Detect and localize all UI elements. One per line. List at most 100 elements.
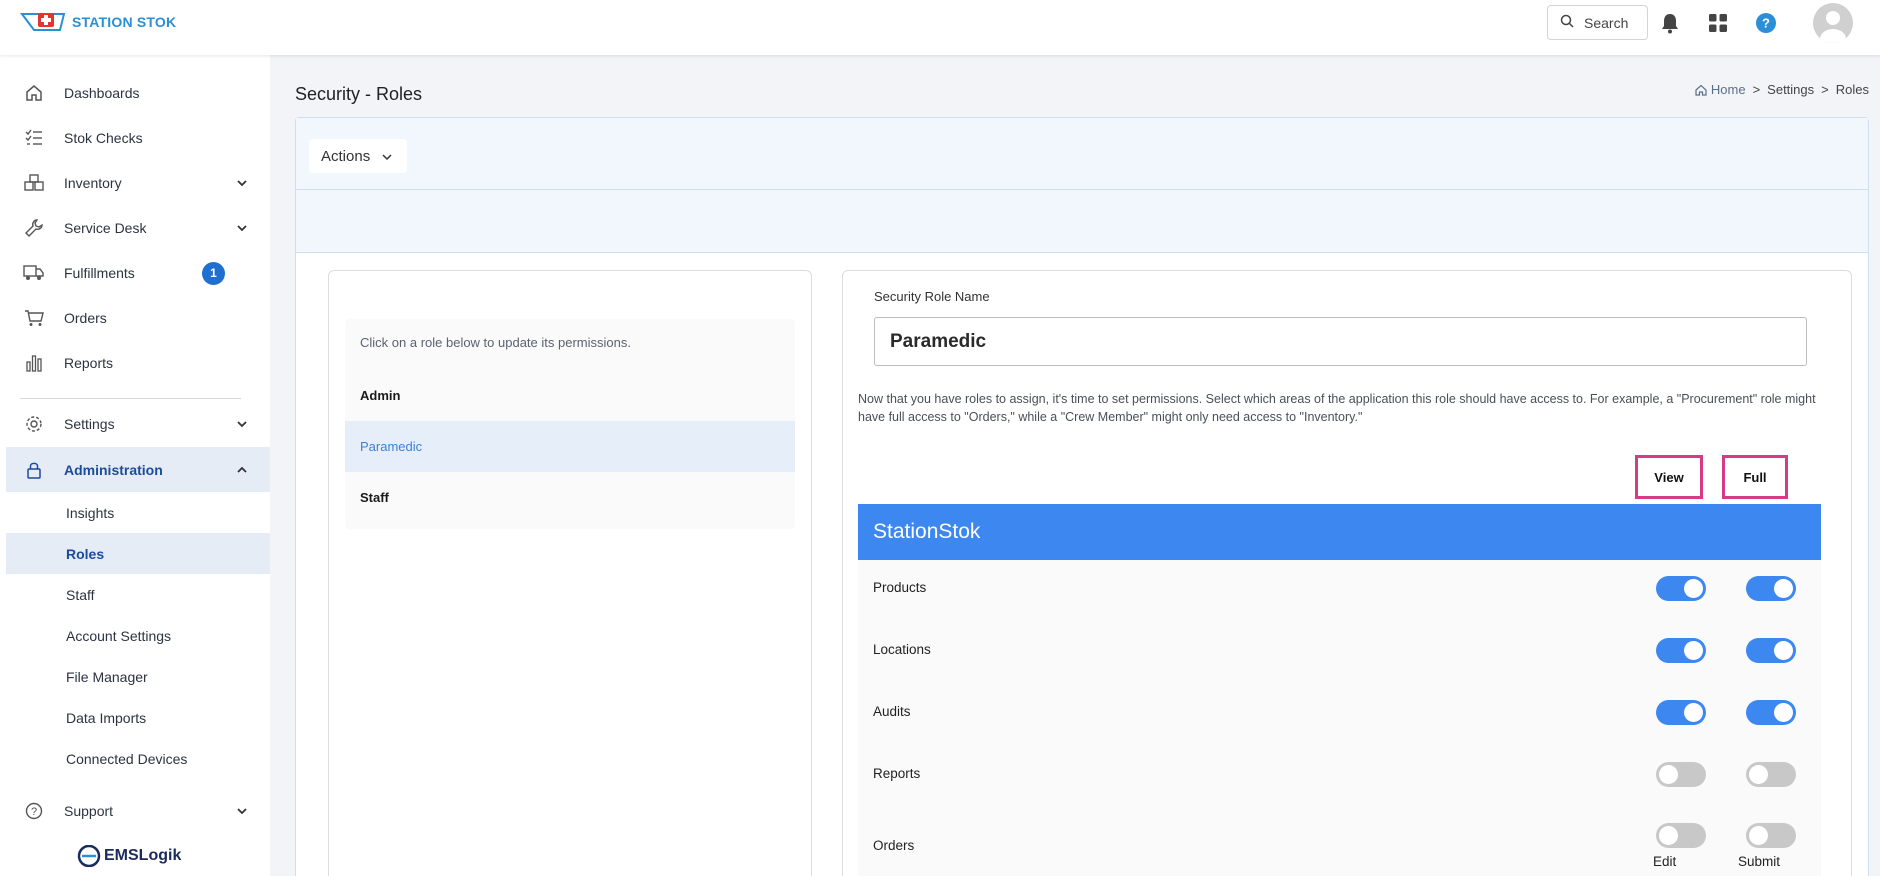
cart-icon — [23, 307, 45, 329]
user-avatar[interactable] — [1813, 3, 1853, 43]
permission-name: Products — [873, 580, 927, 595]
home-icon — [23, 82, 45, 104]
sidebar-item-stok-checks[interactable]: Stok Checks — [0, 118, 270, 158]
sidebar-subitem-data-imports[interactable]: Data Imports — [6, 697, 270, 738]
station-stok-logo[interactable]: STATION STOK — [20, 10, 176, 34]
toggle-view-locations[interactable] — [1656, 638, 1706, 663]
actions-label: Actions — [321, 147, 371, 165]
role-item-staff[interactable]: Staff — [345, 472, 795, 523]
permission-name: Orders — [873, 838, 915, 853]
svg-text:?: ? — [31, 806, 37, 818]
search-label: Search — [1584, 14, 1629, 31]
sidebar-item-service-desk[interactable]: Service Desk — [0, 208, 270, 248]
sidebar-item-dashboards[interactable]: Dashboards — [0, 73, 270, 113]
roles-hint: Click on a role below to update its perm… — [360, 335, 631, 350]
sidebar-item-label: Service Desk — [64, 220, 147, 236]
chevron-up-icon — [236, 464, 248, 476]
sidebar-item-reports[interactable]: Reports — [0, 343, 270, 383]
bar-chart-icon — [23, 352, 45, 374]
toggle-view-products[interactable] — [1656, 576, 1706, 601]
role-item-admin[interactable]: Admin — [345, 370, 795, 421]
emslogik-logo-text: EMSLogik — [104, 847, 182, 864]
roles-list-card: Click on a role below to update its perm… — [328, 270, 812, 876]
page-title: Security - Roles — [295, 84, 423, 104]
sidebar-subitem-label: Roles — [66, 545, 105, 562]
toggle-full-audits[interactable] — [1746, 700, 1796, 725]
sidebar-subitem-label: Data Imports — [66, 709, 147, 726]
nav-divider — [20, 398, 241, 399]
sidebar-item-orders[interactable]: Orders — [0, 298, 270, 338]
permission-row-locations: Locations — [858, 622, 1821, 684]
checklist-icon — [23, 127, 45, 149]
sidebar-item-support[interactable]: ? Support — [0, 791, 270, 831]
sidebar-subitem-label: Staff — [66, 586, 95, 603]
actions-dropdown-button[interactable]: Actions — [309, 139, 407, 173]
bell-icon[interactable] — [1657, 10, 1683, 36]
sidebar-item-label: Orders — [64, 310, 107, 326]
permission-row-products: Products — [858, 560, 1821, 622]
sidebar-item-label: Fulfillments — [64, 265, 135, 281]
breadcrumb-separator: > — [1821, 82, 1829, 97]
chevron-down-icon — [236, 177, 248, 189]
toggle-full-locations[interactable] — [1746, 638, 1796, 663]
help-icon[interactable]: ? — [1753, 10, 1779, 36]
truck-icon — [23, 262, 45, 284]
chevron-down-icon — [236, 418, 248, 430]
sidebar-subitem-roles[interactable]: Roles — [6, 533, 270, 574]
sidebar-item-fulfillments[interactable]: Fulfillments 1 — [0, 253, 270, 293]
breadcrumb: Home > Settings > Roles — [1695, 82, 1869, 97]
sidebar-item-label: Administration — [64, 461, 163, 478]
orders-edit-label: Edit — [1653, 854, 1677, 869]
toggle-edit-orders[interactable] — [1656, 823, 1706, 848]
sidebar-item-inventory[interactable]: Inventory — [0, 163, 270, 203]
sidebar-item-administration[interactable]: Administration — [6, 447, 270, 492]
svg-text:?: ? — [1762, 16, 1770, 31]
home-icon — [1695, 84, 1707, 96]
sidebar-subitem-label: Connected Devices — [66, 750, 188, 767]
toggle-view-reports[interactable] — [1656, 762, 1706, 787]
sidebar-item-label: Support — [64, 803, 114, 819]
column-header-full: Full — [1722, 455, 1788, 499]
sidebar-item-label: Dashboards — [64, 85, 140, 101]
sidebar-item-settings[interactable]: Settings — [0, 404, 270, 444]
apps-grid-icon[interactable] — [1705, 10, 1731, 36]
sidebar-subitem-staff[interactable]: Staff — [6, 574, 270, 615]
gear-icon — [23, 413, 45, 435]
chevron-down-icon — [382, 148, 392, 165]
sidebar-subitem-connected-devices[interactable]: Connected Devices — [6, 738, 270, 779]
role-name-input[interactable] — [874, 317, 1807, 366]
wrench-icon — [23, 217, 45, 239]
toolbar-divider — [296, 189, 1868, 190]
search-button[interactable]: Search — [1547, 5, 1648, 40]
search-icon — [1560, 14, 1574, 31]
breadcrumb-roles: Roles — [1835, 82, 1869, 97]
permission-row-reports: Reports — [858, 746, 1821, 808]
sidebar-subitem-account-settings[interactable]: Account Settings — [6, 615, 270, 656]
permission-row-audits: Audits — [858, 684, 1821, 746]
sidebar-subitem-insights[interactable]: Insights — [6, 492, 270, 533]
breadcrumb-home[interactable]: Home — [1695, 82, 1746, 97]
chevron-down-icon — [236, 805, 248, 817]
toggle-full-products[interactable] — [1746, 576, 1796, 601]
role-name-label: Security Role Name — [874, 289, 990, 304]
roles-list: Click on a role below to update its perm… — [345, 319, 795, 529]
breadcrumb-home-label: Home — [1710, 82, 1746, 97]
panel-toolbar: Actions — [296, 118, 1868, 253]
sidebar: Dashboards Stok Checks Inventory Service… — [0, 55, 270, 876]
sidebar-subitem-label: Account Settings — [66, 627, 172, 644]
help-circle-icon: ? — [23, 800, 45, 822]
toggle-view-audits[interactable] — [1656, 700, 1706, 725]
role-item-paramedic[interactable]: Paramedic — [345, 421, 795, 472]
sidebar-item-label: Reports — [64, 355, 114, 371]
sidebar-item-label: Inventory — [64, 175, 122, 191]
sidebar-subitem-label: File Manager — [66, 668, 148, 685]
sidebar-subitem-file-manager[interactable]: File Manager — [6, 656, 270, 697]
top-bar: STATION STOK Search ? — [0, 0, 1880, 55]
breadcrumb-settings[interactable]: Settings — [1767, 82, 1814, 97]
sidebar-subitem-label: Insights — [66, 504, 115, 521]
toggle-submit-orders[interactable] — [1746, 823, 1796, 848]
logo-text: STATION STOK — [72, 14, 177, 30]
sidebar-item-label: Stok Checks — [64, 130, 143, 146]
permission-row-orders: Orders Edit Submit — [858, 808, 1821, 876]
toggle-full-reports[interactable] — [1746, 762, 1796, 787]
